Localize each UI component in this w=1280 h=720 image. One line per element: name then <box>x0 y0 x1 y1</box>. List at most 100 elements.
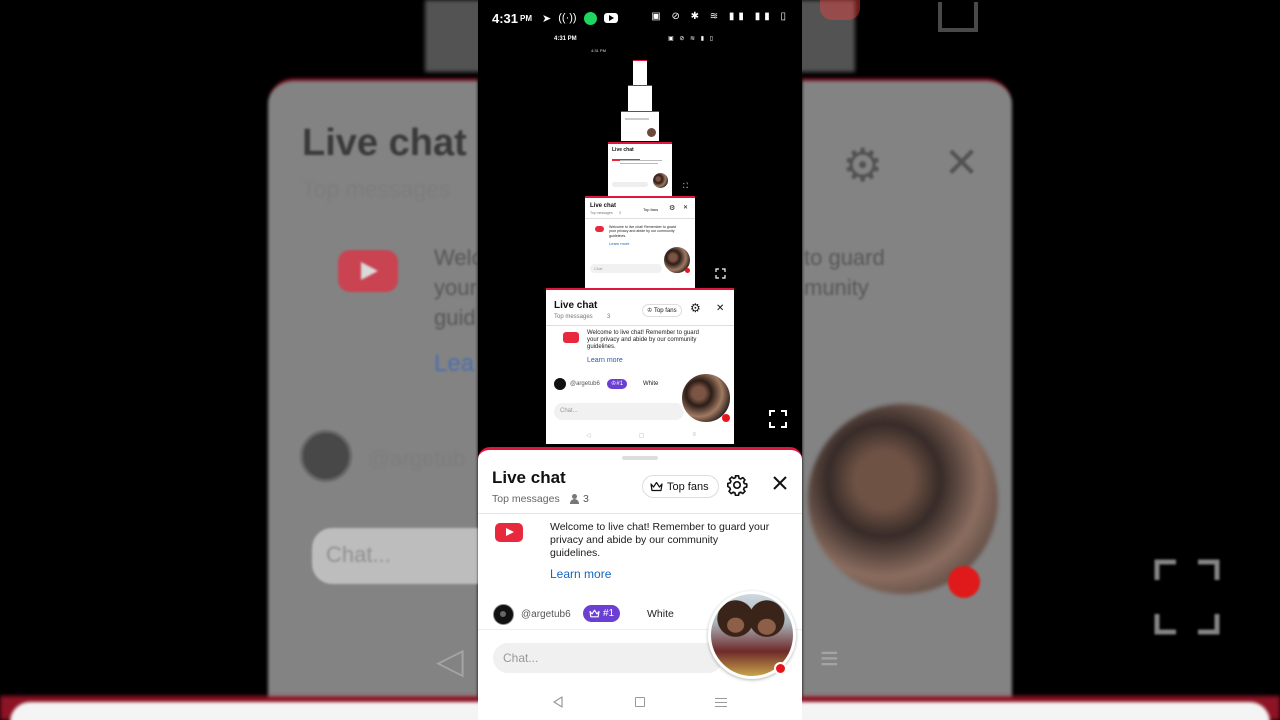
record-indicator <box>774 662 787 675</box>
background-close-icon: ✕ <box>944 139 980 186</box>
nested-frame-2-avatar <box>662 245 692 275</box>
nested-frame-2-divider <box>585 218 695 219</box>
nested-frame-1: Live chat Top messages 3 ♔ Top fans ⚙ ✕ … <box>546 288 734 444</box>
ticker-handle: @argetub6 <box>521 609 571 620</box>
nested-frame-2: Live chat Top messages 3 Top fans ⚙ ✕ We… <box>585 196 695 288</box>
screen: Live chat Top messages Welc your guid to… <box>0 0 1280 720</box>
nested-frame-1-nav: ◁ ▢ ≡ <box>586 432 696 439</box>
chat-input[interactable] <box>493 643 723 673</box>
nested-frame-1-ticker-text: White <box>643 381 659 387</box>
nested-frame-1-youtube-logo-icon <box>563 332 579 343</box>
nested-frame-2-title: Live chat <box>590 203 617 209</box>
nested-frame-1-title: Live chat <box>554 300 598 311</box>
youtube-notification-icon <box>603 13 618 23</box>
nested-frame-2-chat-input: Chat <box>590 264 662 273</box>
status-right-icons: ▣ ⊘ ✱ ≋ ▮▮ ▮▮ ▯ <box>651 11 790 22</box>
nested-frame-1-viewers: 3 <box>607 314 611 320</box>
background-avatar <box>300 430 352 482</box>
nested-frame-2-gear-icon: ⚙ <box>669 205 676 212</box>
nested-frame-3-chat <box>612 182 648 187</box>
nested-frame-1-fullscreen-icon[interactable] <box>769 410 787 428</box>
background-welcome-fragment: Welc your guid <box>434 245 478 330</box>
background-chat-panel-right <box>802 78 1012 698</box>
background-welcome-fragment-right: to guard munity <box>804 245 885 300</box>
home-icon[interactable] <box>635 697 645 707</box>
nested-frame-1-top-fans-label: Top fans <box>653 308 677 314</box>
mini-status-bar: 4:31 PM <box>554 36 577 42</box>
background-fullscreen-icon <box>938 2 978 32</box>
nested-frame-3: Live chat <box>608 142 672 196</box>
phone-screen: 4:31 PM ➤ ((·)) ▣ ⊘ ✱ ≋ ▮▮ ▮▮ ▯ 4:31 PM … <box>478 0 802 720</box>
nested-frame-small <box>621 111 659 141</box>
nested-frame-2-record-dot <box>685 268 690 273</box>
status-bar: 4:31 PM ➤ ((·)) ▣ ⊘ ✱ ≋ ▮▮ ▮▮ ▯ <box>478 0 802 36</box>
background-gear-icon: ⚙ <box>842 139 884 191</box>
nested-frame-1-rank-badge: ♔#1 <box>607 379 628 389</box>
background-chat-panel-left <box>268 78 478 698</box>
background-handle: @argetub <box>368 446 465 471</box>
nested-frame-2-viewers: 3 <box>619 211 621 215</box>
nested-frame-1-menu-icon: ≡ <box>692 432 696 438</box>
telegram-icon: ➤ <box>542 12 552 25</box>
nested-frame-1-home-icon: ▢ <box>638 433 645 439</box>
background-chat-placeholder: Chat... <box>326 542 391 567</box>
nested-frame-2-top-fans: Top fans <box>643 207 659 212</box>
nested-frame-3-fullscreen-icon: ⛶ <box>683 183 688 190</box>
background-menu-icon: ≡ <box>820 640 839 676</box>
nested-frame-1-ticker-avatar <box>554 378 566 390</box>
spotify-icon <box>583 11 597 25</box>
top-messages-dropdown[interactable]: Top messages <box>492 493 560 505</box>
nested-frame-small-face <box>647 128 656 137</box>
nested-frame-1-gear-icon: ⚙ <box>690 301 701 315</box>
nested-frame-3-avatar <box>652 172 669 189</box>
nested-frame-1-record-dot <box>722 414 730 422</box>
background-decoration <box>820 0 860 20</box>
back-icon[interactable] <box>551 695 565 709</box>
nested-frame-3-line3 <box>620 163 658 164</box>
top-fans-button[interactable]: Top fans <box>642 475 719 498</box>
nested-frame-1-top-fans: ♔ Top fans <box>642 304 682 317</box>
micro-status-bar: 4:31 PM <box>591 48 606 53</box>
crown-icon <box>650 481 663 492</box>
drag-handle[interactable] <box>622 456 658 460</box>
person-icon <box>570 494 579 504</box>
nested-frame-2-fullscreen-icon <box>715 266 726 279</box>
background-subtitle: Top messages <box>302 176 451 202</box>
nested-frame-1-chat-input: Chat... <box>554 403 684 420</box>
background-youtube-logo-icon <box>338 250 398 292</box>
ticker-text: White <box>647 608 674 620</box>
avatar <box>493 604 514 625</box>
background-learn-more: Lea <box>434 350 475 377</box>
menu-icon[interactable] <box>715 698 727 708</box>
nested-frame-1-subtitle: Top messages <box>554 314 593 320</box>
background-back-icon: ◁ <box>436 640 464 681</box>
nested-frame-2-close-icon: ✕ <box>683 205 689 211</box>
nested-frame-1-back-icon: ◁ <box>586 433 591 439</box>
nested-frame-2-welcome: Welcome to live chat! Remember to guard … <box>609 225 677 238</box>
hotspot-icon: ((·)) <box>558 12 577 24</box>
nested-frame-3-title: Live chat <box>612 147 634 153</box>
nested-frame-tiny <box>633 60 647 86</box>
learn-more-link[interactable]: Learn more <box>550 567 611 581</box>
live-chat-panel: Live chat Top messages 3 Top fans Welcom… <box>478 447 802 720</box>
rank-badge: #1 <box>583 605 621 622</box>
background-fullscreen-icon-large <box>1154 559 1220 635</box>
nested-frame-1-divider <box>546 325 734 326</box>
nested-frame-2-learn-more: Learn more <box>609 241 630 246</box>
nested-frame-1-close-icon: ✕ <box>716 303 725 314</box>
header-divider <box>478 513 802 514</box>
navigation-bar <box>478 688 802 720</box>
nested-frame-1-avatar <box>680 372 732 424</box>
nested-frame-2-subtitle: Top messages <box>590 211 613 215</box>
nested-frame-1-learn-more: Learn more <box>587 357 623 364</box>
nested-frame-1-welcome: Welcome to live chat! Remember to guard … <box>587 330 699 351</box>
close-icon[interactable] <box>769 473 791 497</box>
status-time: 4:31 <box>492 10 519 26</box>
status-ampm: PM <box>520 13 533 23</box>
background-streamer-avatar <box>808 404 998 594</box>
welcome-message: Welcome to live chat! Remember to guard … <box>550 521 770 559</box>
gear-icon[interactable] <box>725 474 749 498</box>
top-fans-label: Top fans <box>667 480 709 493</box>
panel-title: Live chat <box>492 468 566 487</box>
nested-frame-2-youtube-logo-icon <box>595 226 604 232</box>
